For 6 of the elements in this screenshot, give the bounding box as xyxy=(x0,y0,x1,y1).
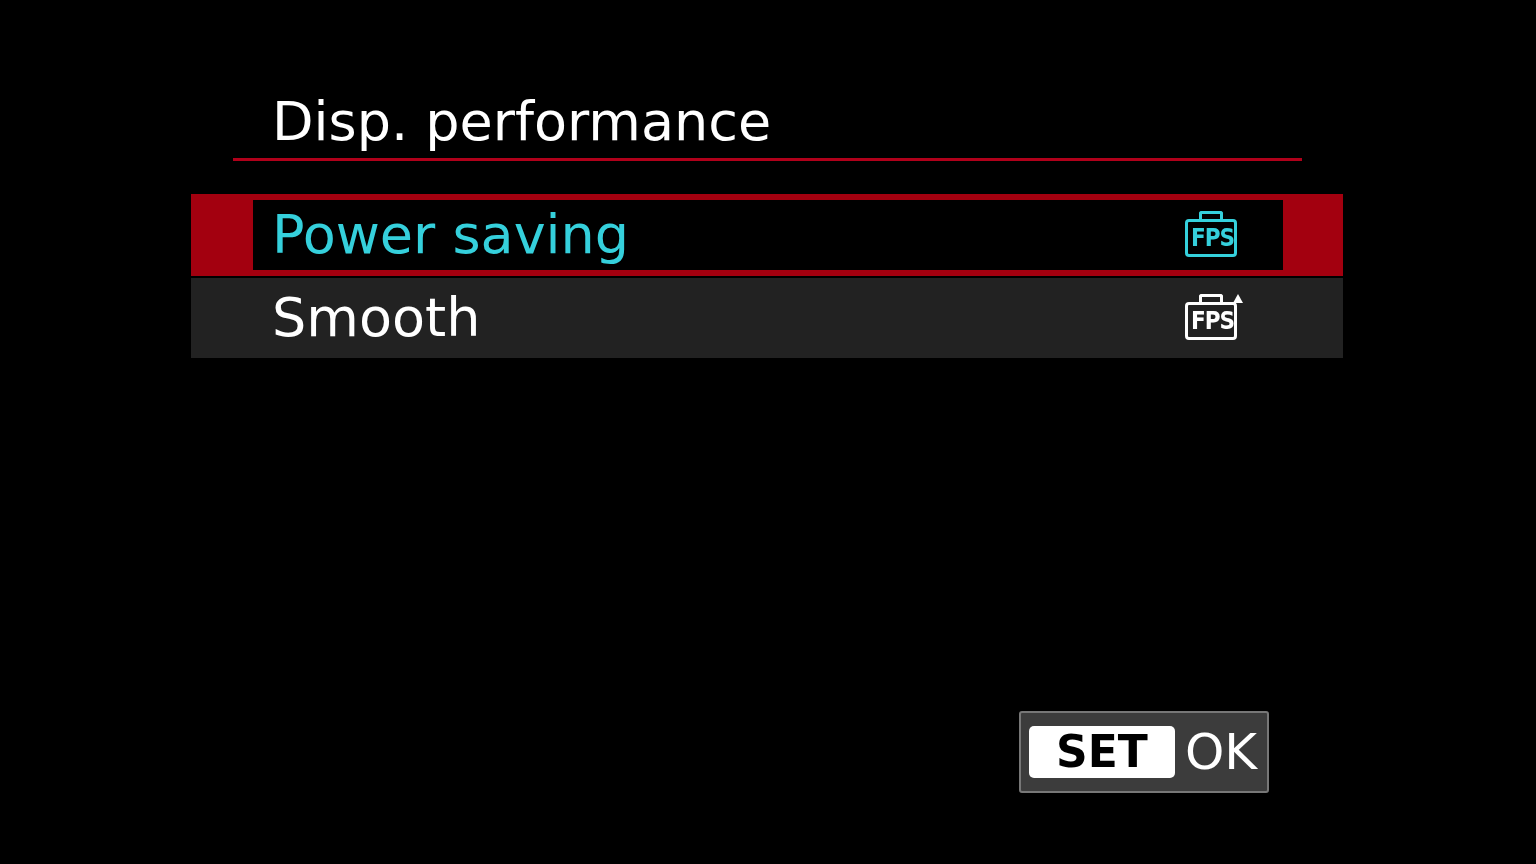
ok-label: OK xyxy=(1185,727,1258,777)
menu-option[interactable]: Smooth FPS xyxy=(191,278,1343,358)
menu-option[interactable]: Power saving FPS xyxy=(191,194,1343,276)
set-ok-button[interactable]: SET OK xyxy=(1019,711,1269,793)
set-key-label: SET xyxy=(1029,726,1175,778)
screen-title: Disp. performance xyxy=(271,89,773,155)
